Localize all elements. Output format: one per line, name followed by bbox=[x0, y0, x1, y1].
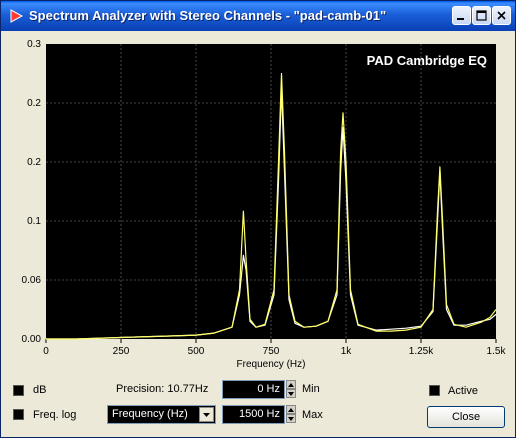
maximize-icon bbox=[476, 10, 487, 21]
min-label: Min bbox=[302, 383, 320, 395]
precision-label: Precision: 10.77Hz bbox=[116, 383, 209, 395]
min-frequency-input[interactable]: 0 Hz bbox=[222, 380, 285, 399]
max-frequency-value: 1500 Hz bbox=[239, 408, 280, 420]
x-tick-label: 1.5k bbox=[487, 346, 507, 357]
overlay-label: PAD Cambridge EQ bbox=[367, 53, 487, 68]
max-frequency-input[interactable]: 1500 Hz bbox=[222, 405, 285, 424]
chevron-down-icon[interactable] bbox=[199, 407, 214, 422]
max-frequency-spinner[interactable] bbox=[286, 405, 296, 424]
y-axis: 0.00 0.06 0.1 0.2 0.2 0.3 bbox=[22, 39, 42, 345]
close-window-button[interactable] bbox=[492, 6, 511, 25]
active-label: Active bbox=[448, 385, 478, 397]
y-tick-label: 0.2 bbox=[27, 98, 41, 109]
x-tick-label: 0 bbox=[43, 346, 49, 357]
maximize-button[interactable] bbox=[472, 6, 491, 25]
spectrum-chart[interactable]: 0.00 0.06 0.1 0.2 0.2 0.3 0 250 500 750 1k 1.25k 1.… bbox=[9, 35, 507, 373]
y-tick-label: 0.3 bbox=[27, 39, 41, 50]
spectrum-analyzer-window: Spectrum Analyzer with Stereo Channels -… bbox=[0, 0, 516, 438]
y-tick-label: 0.00 bbox=[22, 334, 42, 345]
x-tick-label: 250 bbox=[113, 346, 130, 357]
y-tick-label: 0.2 bbox=[27, 157, 41, 168]
spin-up-icon[interactable] bbox=[286, 380, 296, 389]
db-label: dB bbox=[33, 384, 47, 396]
spin-down-icon[interactable] bbox=[286, 389, 296, 398]
db-checkbox[interactable] bbox=[13, 385, 24, 396]
min-frequency-spinner[interactable] bbox=[286, 380, 296, 399]
close-button[interactable]: Close bbox=[427, 406, 505, 428]
x-tick-label: 1k bbox=[341, 346, 353, 357]
y-tick-label: 0.06 bbox=[22, 275, 42, 286]
min-frequency-value: 0 Hz bbox=[257, 383, 280, 395]
active-checkbox[interactable] bbox=[429, 385, 440, 396]
x-axis-select-value: Frequency (Hz) bbox=[112, 408, 188, 420]
x-axis-label: Frequency (Hz) bbox=[237, 359, 306, 370]
y-tick-label: 0.1 bbox=[27, 216, 41, 227]
window-title: Spectrum Analyzer with Stereo Channels -… bbox=[29, 8, 387, 23]
x-axis-select[interactable]: Frequency (Hz) bbox=[107, 405, 216, 424]
spectrum-plot[interactable]: 0.00 0.06 0.1 0.2 0.2 0.3 0 250 500 750 1k 1.25k 1.… bbox=[9, 35, 507, 373]
close-icon bbox=[497, 11, 506, 20]
freq-log-checkbox[interactable] bbox=[13, 409, 24, 420]
minimize-button[interactable] bbox=[452, 6, 471, 25]
spin-down-icon[interactable] bbox=[286, 414, 296, 423]
minimize-icon bbox=[457, 18, 464, 20]
max-label: Max bbox=[302, 409, 323, 421]
freq-log-label: Freq. log bbox=[33, 409, 77, 421]
x-axis: 0 250 500 750 1k 1.25k 1.5k bbox=[43, 339, 506, 357]
x-tick-label: 1.25k bbox=[409, 346, 434, 357]
spin-up-icon[interactable] bbox=[286, 405, 296, 414]
app-icon bbox=[10, 9, 23, 23]
x-tick-label: 500 bbox=[188, 346, 205, 357]
x-tick-label: 750 bbox=[263, 346, 280, 357]
title-bar[interactable]: Spectrum Analyzer with Stereo Channels -… bbox=[1, 1, 515, 31]
